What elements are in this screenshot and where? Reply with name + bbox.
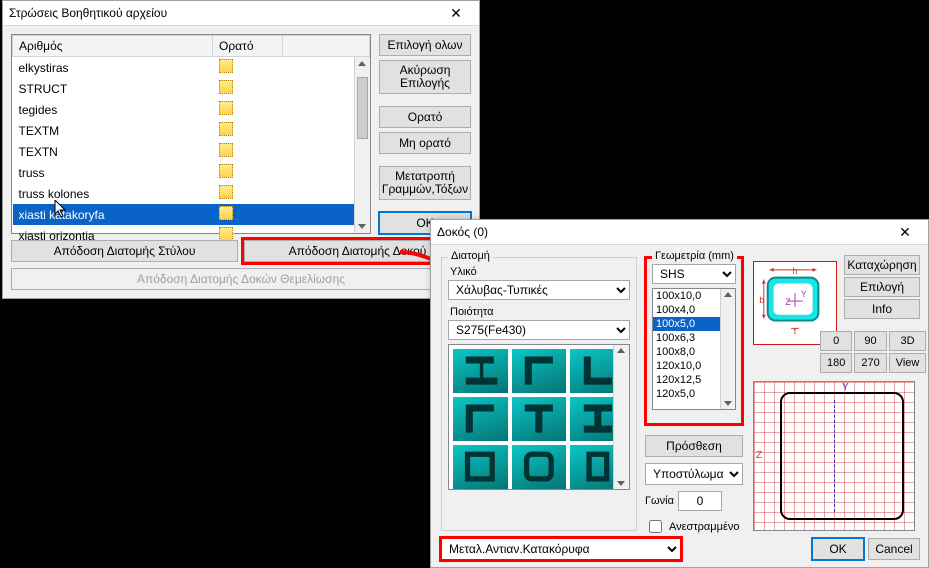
quality-select[interactable]: S275(Fe430) — [448, 320, 630, 340]
close-icon[interactable]: ✕ — [439, 3, 473, 23]
sun-icon — [219, 227, 233, 241]
titlebar[interactable]: Δοκός (0) ✕ — [431, 220, 928, 245]
cancel-selection-button[interactable]: Ακύρωση Επιλογής — [379, 60, 471, 94]
layer-name: truss kolones — [13, 183, 213, 204]
close-icon[interactable]: ✕ — [888, 222, 922, 242]
table-row[interactable]: STRUCT — [13, 78, 370, 99]
col-number[interactable]: Αριθμός — [13, 36, 213, 57]
material-select[interactable]: Χάλυβας-Τυπικές — [448, 280, 630, 300]
table-row[interactable]: tegides — [13, 99, 370, 120]
view-90-button[interactable]: 90 — [854, 331, 886, 351]
profile-icon[interactable] — [453, 349, 508, 393]
view-0-button[interactable]: 0 — [820, 331, 852, 351]
view-180-button[interactable]: 180 — [820, 353, 852, 373]
table-row[interactable]: TEXTM — [13, 120, 370, 141]
layer-visibility[interactable] — [213, 204, 283, 225]
svg-text:t: t — [794, 326, 797, 336]
visible-button[interactable]: Ορατό — [379, 106, 471, 128]
info-button[interactable]: Info — [844, 299, 920, 319]
side-buttons: Επιλογή ολων Ακύρωση Επιλογής Ορατό Μη ο… — [379, 34, 471, 234]
table-row[interactable]: TEXTN — [13, 141, 370, 162]
profile-icon[interactable] — [453, 397, 508, 441]
sun-icon — [219, 101, 233, 115]
layers-listview[interactable]: Αριθμός Ορατό elkystirasSTRUCTtegidesTEX… — [11, 34, 371, 234]
titlebar[interactable]: Στρώσεις Βοηθητικού αρχείου ✕ — [3, 1, 479, 26]
material-label: Υλικό — [450, 266, 630, 278]
dialog-title: Δοκός (0) — [437, 225, 488, 239]
scrollbar[interactable] — [613, 345, 629, 489]
view-angle-buttons: 0 90 3D 180 270 View — [820, 331, 920, 373]
sun-icon — [219, 164, 233, 178]
flipped-checkbox[interactable]: Ανεστραμμένο — [645, 517, 743, 536]
section-legend: Διατομή — [448, 250, 493, 262]
layer-visibility[interactable] — [213, 120, 283, 141]
sun-icon — [219, 185, 233, 199]
beam-dialog: Δοκός (0) ✕ Διατομή Υλικό Χάλυβας-Τυπικέ… — [430, 219, 929, 568]
layer-name: TEXTN — [13, 141, 213, 162]
view-3d-button[interactable]: 3D — [889, 331, 927, 351]
register-button[interactable]: Καταχώρηση — [844, 255, 920, 275]
aux-layers-dialog: Στρώσεις Βοηθητικού αρχείου ✕ Αριθμός Ορ… — [2, 0, 480, 299]
table-row[interactable]: truss — [13, 162, 370, 183]
col-visible[interactable]: Ορατό — [213, 36, 283, 57]
svg-text:h: h — [793, 266, 798, 276]
layer-name: xiasti katakoryfa — [13, 204, 213, 225]
profile-icon[interactable] — [512, 445, 567, 489]
select-all-button[interactable]: Επιλογή ολων — [379, 34, 471, 56]
layer-visibility[interactable] — [213, 162, 283, 183]
scrollbar[interactable] — [354, 57, 370, 233]
layer-name: TEXTM — [13, 120, 213, 141]
table-row[interactable]: truss kolones — [13, 183, 370, 204]
table-row[interactable]: elkystiras — [13, 57, 370, 79]
member-type-select[interactable]: Υποστύλωμα — [645, 463, 743, 485]
profile-gallery[interactable] — [448, 344, 630, 490]
svg-text:Y: Y — [801, 289, 807, 299]
quality-label: Ποιότητα — [450, 306, 630, 318]
convert-lines-button[interactable]: Μετατροπή Γραμμών,Τόξων — [379, 166, 471, 200]
profile-icon[interactable] — [512, 397, 567, 441]
add-button[interactable]: Πρόσθεση — [645, 435, 743, 457]
scrollbar[interactable] — [720, 289, 735, 409]
layer-name: tegides — [13, 99, 213, 120]
layer-visibility[interactable] — [213, 183, 283, 204]
sun-icon — [219, 59, 233, 73]
view-270-button[interactable]: 270 — [854, 353, 886, 373]
angle-label: Γωνία — [645, 495, 674, 507]
profile-icon[interactable] — [453, 445, 508, 489]
geometry-legend: Γεωμετρία (mm) — [652, 250, 737, 262]
layer-select[interactable]: Μεταλ.Αντιαν.Κατακόρυφα — [441, 538, 681, 560]
layer-visibility[interactable] — [213, 141, 283, 162]
dialog-title: Στρώσεις Βοηθητικού αρχείου — [9, 6, 167, 20]
section-group: Διατομή Υλικό Χάλυβας-Τυπικές Ποιότητα S… — [441, 257, 637, 531]
cancel-button[interactable]: Cancel — [868, 538, 920, 560]
angle-input[interactable] — [678, 491, 722, 511]
layer-visibility[interactable] — [213, 78, 283, 99]
ok-button[interactable]: OK — [812, 538, 864, 560]
layer-name: truss — [13, 162, 213, 183]
svg-text:Z: Z — [785, 297, 791, 307]
layer-visibility[interactable] — [213, 57, 283, 79]
layer-visibility[interactable] — [213, 99, 283, 120]
profile-icon[interactable] — [512, 349, 567, 393]
assign-foundation-section-button: Απόδοση Διατομής Δοκών Θεμελίωσης — [11, 268, 471, 290]
sun-icon — [219, 80, 233, 94]
middle-controls: Πρόσθεση Υποστύλωμα Γωνία Ανεστραμμένο — [645, 435, 743, 536]
sun-icon — [219, 143, 233, 157]
right-buttons: Καταχώρηση Επιλογή Info — [844, 255, 920, 319]
assign-column-section-button[interactable]: Απόδοση Διατομής Στύλου — [11, 240, 238, 262]
layer-name: elkystiras — [13, 57, 213, 79]
geometry-list[interactable]: 100x10,0100x4,0100x5,0100x6,3100x8,0120x… — [652, 288, 736, 410]
layer-name: STRUCT — [13, 78, 213, 99]
sun-icon — [219, 122, 233, 136]
geometry-group: Γεωμετρία (mm) SHS 100x10,0100x4,0100x5,… — [645, 257, 743, 425]
table-row[interactable]: xiasti katakoryfa — [13, 204, 370, 225]
select-button[interactable]: Επιλογή — [844, 277, 920, 297]
sun-icon — [219, 206, 233, 220]
large-preview: Z Y — [753, 381, 915, 531]
view-view-button[interactable]: View — [889, 353, 927, 373]
shape-select[interactable]: SHS — [652, 264, 736, 284]
not-visible-button[interactable]: Μη ορατό — [379, 132, 471, 154]
